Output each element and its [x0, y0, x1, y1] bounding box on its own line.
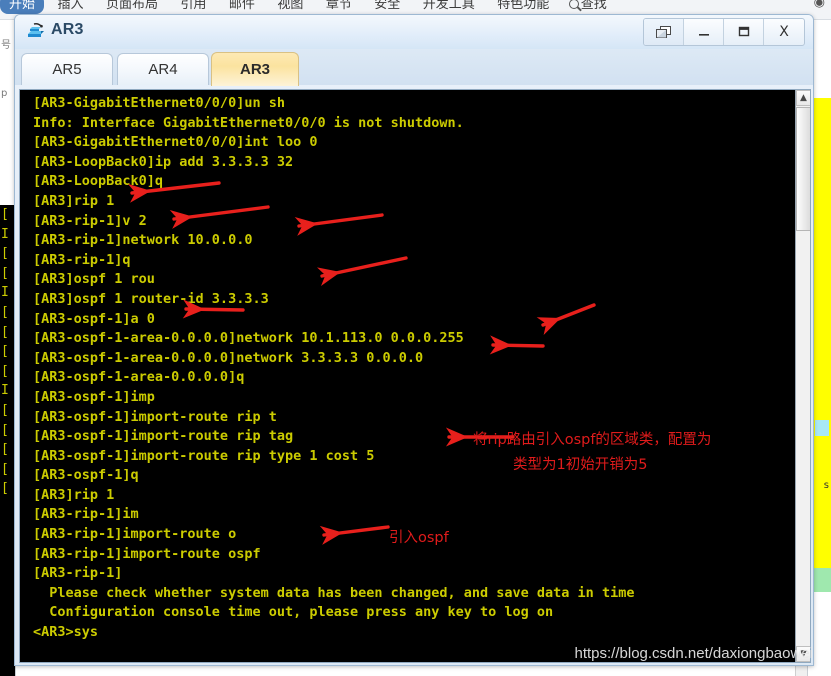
console-line: [AR3-ospf-1-area-0.0.0.0]network 3.3.3.3…: [33, 349, 424, 366]
tab-ar3[interactable]: AR3: [211, 52, 299, 86]
console-line: [AR3]ospf 1 rou: [33, 271, 155, 288]
restore-button[interactable]: [644, 19, 684, 45]
console-line: [AR3-ospf-1]import-route rip t: [33, 408, 277, 425]
ribbon-tab-start[interactable]: 开始: [0, 0, 45, 14]
background-console-line: [: [1, 265, 9, 281]
ribbon-tab-insert[interactable]: 插入: [48, 0, 92, 14]
console-line: [AR3]rip 1: [33, 192, 115, 209]
background-console-line: I: [1, 226, 9, 242]
console-line: Please check whether system data has bee…: [33, 584, 635, 601]
console-line: [AR3-ospf-1-area-0.0.0.0]q: [33, 369, 245, 386]
ribbon-tab-section[interactable]: 章节: [317, 0, 361, 14]
ribbon-search[interactable]: 查找: [563, 0, 613, 12]
console-line: [AR3-rip-1]network 10.0.0.0: [33, 232, 253, 249]
ribbon-tab-security[interactable]: 安全: [365, 0, 409, 14]
ar3-console-window: AR3 X AR5 AR4 AR3 [AR3-GigabitEthernet0/…: [14, 14, 814, 666]
console-line: [AR3-ospf-1]q: [33, 467, 139, 484]
ribbon-tab-mail[interactable]: 邮件: [220, 0, 264, 14]
console-line: [AR3-rip-1]import-route ospf: [33, 545, 261, 562]
ribbon-tab-features[interactable]: 特色功能: [488, 0, 558, 14]
background-console-line: [: [1, 246, 9, 262]
console-line: [AR3-ospf-1]imp: [33, 388, 155, 405]
console-line: [AR3-LoopBack0]ip add 3.3.3.3 32: [33, 153, 294, 170]
window-titlebar[interactable]: AR3 X: [15, 15, 813, 49]
window-controls: X: [643, 18, 805, 46]
console-line: [AR3-rip-1]: [33, 565, 123, 582]
console-line: [AR3-rip-1]im: [33, 506, 139, 523]
window-title: AR3: [51, 21, 84, 38]
background-left-glyph-2: p: [1, 88, 8, 99]
background-console-line: [: [1, 304, 9, 320]
tab-ar4[interactable]: AR4: [117, 53, 209, 85]
console-line: [AR3-GigabitEthernet0/0/0]int loo 0: [33, 134, 318, 151]
minimize-button[interactable]: [684, 19, 724, 45]
background-left-glyph-1: 号: [1, 40, 11, 51]
background-highlight-yellow: [813, 98, 831, 568]
console-area: [AR3-GigabitEthernet0/0/0]un sh Info: In…: [19, 89, 811, 663]
background-console-line: [: [1, 461, 9, 477]
console-line: [AR3]rip 1: [33, 486, 115, 503]
console-line: [AR3-ospf-1-area-0.0.0.0]network 10.1.11…: [33, 330, 464, 347]
ribbon-search-label: 查找: [580, 0, 607, 11]
account-icon[interactable]: ◉: [814, 0, 825, 10]
ribbon-tab-developer[interactable]: 开发工具: [414, 0, 484, 14]
console-scroll-up-button[interactable]: ▲: [796, 90, 810, 106]
background-right-text: s: [823, 480, 829, 491]
console-line-prompt: <AR3>sys: [33, 624, 99, 641]
console-line: Configuration console time out, please p…: [33, 604, 554, 621]
console-line: [AR3-ospf-1]a 0: [33, 310, 155, 327]
background-highlight-green: [813, 568, 831, 592]
router-icon: [25, 21, 47, 43]
close-button[interactable]: X: [764, 19, 804, 45]
background-console-line: I: [1, 285, 9, 301]
search-icon: [568, 0, 579, 9]
console-scrollbar[interactable]: ▲ ▼: [795, 90, 810, 662]
background-console-line: [: [1, 207, 9, 222]
console-line: [AR3-rip-1]v 2: [33, 212, 147, 229]
console-line: Info: Interface GigabitEthernet0/0/0 is …: [33, 114, 464, 131]
background-highlight-cyan: [815, 420, 829, 436]
background-console-line: [: [1, 442, 9, 458]
console-line: [AR3-ospf-1]import-route rip tag: [33, 428, 294, 445]
background-console-line: [: [1, 481, 9, 497]
ribbon-tab-view[interactable]: 视图: [268, 0, 312, 14]
console-line: [AR3]ospf 1 router-id 3.3.3.3: [33, 290, 269, 307]
tab-ar5[interactable]: AR5: [21, 53, 113, 85]
maximize-button[interactable]: [724, 19, 764, 45]
screenshot-root: 开始 插入 页面布局 引用 邮件 视图 章节 安全 开发工具 特色功能 查找 ◉…: [0, 0, 831, 676]
ribbon-tab-page-layout[interactable]: 页面布局: [97, 0, 167, 14]
console-scroll-down-button[interactable]: ▼: [796, 646, 810, 662]
background-console-line: [: [1, 344, 9, 360]
console-scrollbar-thumb[interactable]: [796, 107, 810, 231]
console-line: [AR3-rip-1]q: [33, 251, 131, 268]
ribbon-tab-references[interactable]: 引用: [171, 0, 215, 14]
background-console-line: [: [1, 402, 9, 418]
background-console-left: [ I [ [ I [ [ [ [ I [ [ [ [ [: [0, 205, 15, 676]
console-line: [AR3-rip-1]import-route o: [33, 526, 237, 543]
background-console-line: [: [1, 363, 9, 379]
console-line: [AR3-ospf-1]import-route rip type 1 cost…: [33, 447, 375, 464]
background-console-line: [: [1, 422, 9, 438]
background-console-line: [: [1, 324, 9, 340]
console-line: [AR3-LoopBack0]q: [33, 173, 164, 190]
background-console-line: I: [1, 383, 9, 399]
console-line: [AR3-GigabitEthernet0/0/0]un sh: [33, 95, 285, 111]
device-tabstrip: AR5 AR4 AR3: [15, 49, 813, 86]
console-output[interactable]: [AR3-GigabitEthernet0/0/0]un sh Info: In…: [20, 90, 797, 662]
